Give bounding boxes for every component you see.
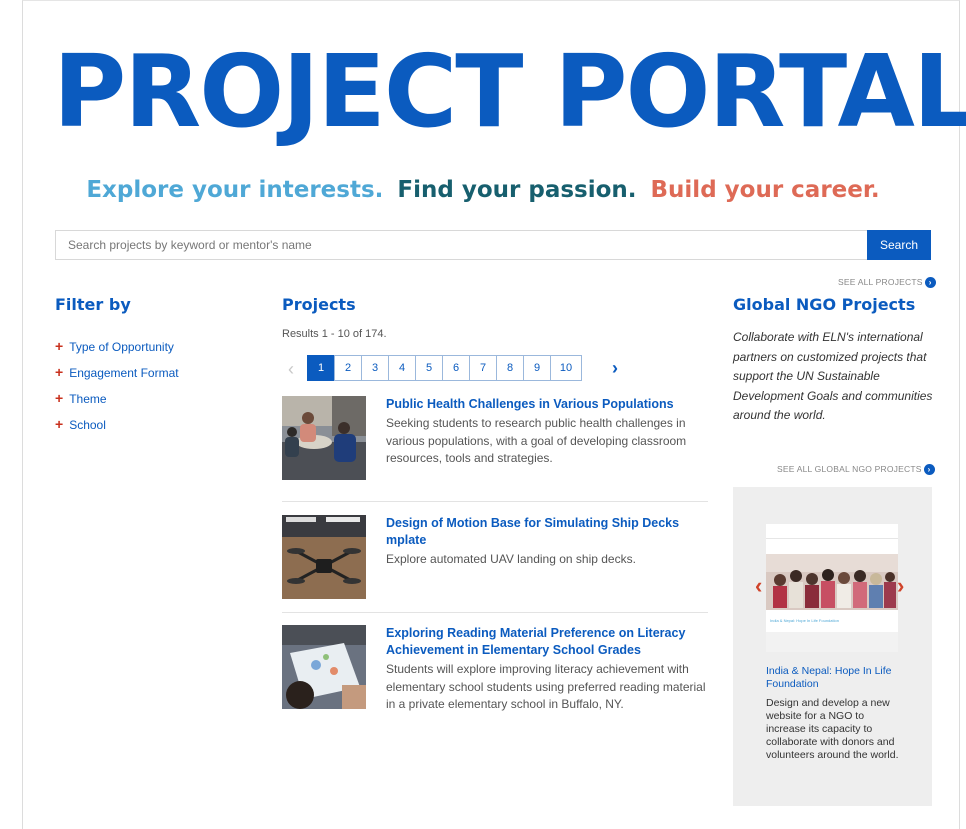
circle-arrow-right-icon: › (923, 464, 935, 476)
ngo-card-description: Design and develop a new website for a N… (766, 697, 899, 761)
page-9[interactable]: 9 (523, 355, 551, 381)
page-6[interactable]: 6 (442, 355, 470, 381)
page-title: PROJECT PORTAL (53, 33, 966, 150)
projects-section: Projects Results 1 - 10 of 174. ‹ 1 2 3 … (282, 294, 708, 711)
ngo-section: Global NGO Projects Collaborate with ELN… (733, 294, 933, 426)
filter-label: Engagement Format (69, 366, 179, 380)
filter-label: Type of Opportunity (69, 340, 174, 354)
filter-label: Theme (69, 392, 107, 406)
plus-icon: + (55, 416, 64, 432)
project-description: Explore automated UAV landing on ship de… (386, 552, 636, 566)
project-thumbnail-reading (282, 625, 366, 709)
filter-engagement-format[interactable]: + Engagement Format (55, 360, 235, 386)
page-1[interactable]: 1 (307, 355, 335, 381)
page-2[interactable]: 2 (334, 355, 362, 381)
ngo-card-title[interactable]: India & Nepal: Hope In Life Foundation (766, 665, 906, 691)
pagination: ‹ 1 2 3 4 5 6 7 8 9 10 › (282, 355, 622, 383)
see-all-projects-link[interactable]: SEE ALL PROJECTS › (838, 277, 936, 289)
project-text: Design of Motion Base for Simulating Shi… (386, 515, 710, 569)
results-count: Results 1 - 10 of 174. (282, 328, 387, 340)
project-title[interactable]: Design of Motion Base for Simulating Shi… (386, 515, 710, 549)
page-8[interactable]: 8 (496, 355, 524, 381)
filter-theme[interactable]: + Theme (55, 386, 235, 412)
project-title[interactable]: Public Health Challenges in Various Popu… (386, 396, 710, 413)
plus-icon: + (55, 338, 64, 354)
page-4[interactable]: 4 (388, 355, 416, 381)
divider (282, 612, 708, 613)
slide-caption: India & Nepal: Hope In Life Foundation (770, 618, 839, 623)
tagline-passion: Find your passion. (397, 177, 637, 203)
tagline-interests: Explore your interests. (86, 177, 384, 203)
page-list: 1 2 3 4 5 6 7 8 9 10 (307, 355, 582, 381)
see-all-ngo-projects-link[interactable]: SEE ALL GLOBAL NGO PROJECTS › (777, 464, 935, 476)
project-description: Seeking students to research public heal… (386, 416, 687, 465)
ngo-description: Collaborate with ELN's international par… (733, 330, 933, 422)
circle-arrow-right-icon: › (924, 277, 936, 289)
project-title[interactable]: Exploring Reading Material Preference on… (386, 625, 710, 659)
carousel-slide-image: India & Nepal: Hope In Life Foundation (766, 524, 898, 652)
see-all-ngo-label: SEE ALL GLOBAL NGO PROJECTS (777, 464, 922, 474)
ngo-carousel-card: India & Nepal: Hope In Life Foundation ‹… (733, 487, 932, 806)
tagline: Explore your interests. Find your passion… (0, 172, 966, 208)
filter-type-of-opportunity[interactable]: + Type of Opportunity (55, 334, 235, 360)
carousel-next-arrow-icon[interactable]: › (897, 574, 904, 598)
chevron-left-icon: ‹ (288, 359, 294, 379)
filter-list: + Type of Opportunity + Engagement Format … (55, 334, 235, 438)
filter-panel: Filter by + Type of Opportunity + Engageme… (55, 294, 235, 438)
search-input[interactable] (55, 230, 880, 260)
search-form: Search (55, 230, 931, 260)
ngo-heading: Global NGO Projects (733, 295, 916, 314)
see-all-projects-label: SEE ALL PROJECTS (838, 277, 923, 287)
project-description: Students will explore improving literacy… (386, 662, 706, 711)
filter-heading: Filter by (55, 295, 131, 314)
project-thumbnail-drone (282, 515, 366, 599)
search-button[interactable]: Search (867, 230, 931, 260)
filter-school[interactable]: + School (55, 412, 235, 438)
plus-icon: + (55, 390, 64, 406)
divider (282, 501, 708, 502)
filter-label: School (69, 418, 106, 432)
page-10[interactable]: 10 (550, 355, 582, 381)
projects-heading: Projects (282, 295, 356, 314)
page-3[interactable]: 3 (361, 355, 389, 381)
project-thumbnail-classroom (282, 396, 366, 480)
plus-icon: + (55, 364, 64, 380)
carousel-prev-arrow-icon[interactable]: ‹ (755, 574, 762, 598)
page-5[interactable]: 5 (415, 355, 443, 381)
page-7[interactable]: 7 (469, 355, 497, 381)
tagline-career: Build your career. (650, 177, 880, 203)
project-text: Public Health Challenges in Various Popu… (386, 396, 710, 468)
project-text: Exploring Reading Material Preference on… (386, 625, 710, 714)
chevron-right-icon[interactable]: › (612, 358, 618, 378)
